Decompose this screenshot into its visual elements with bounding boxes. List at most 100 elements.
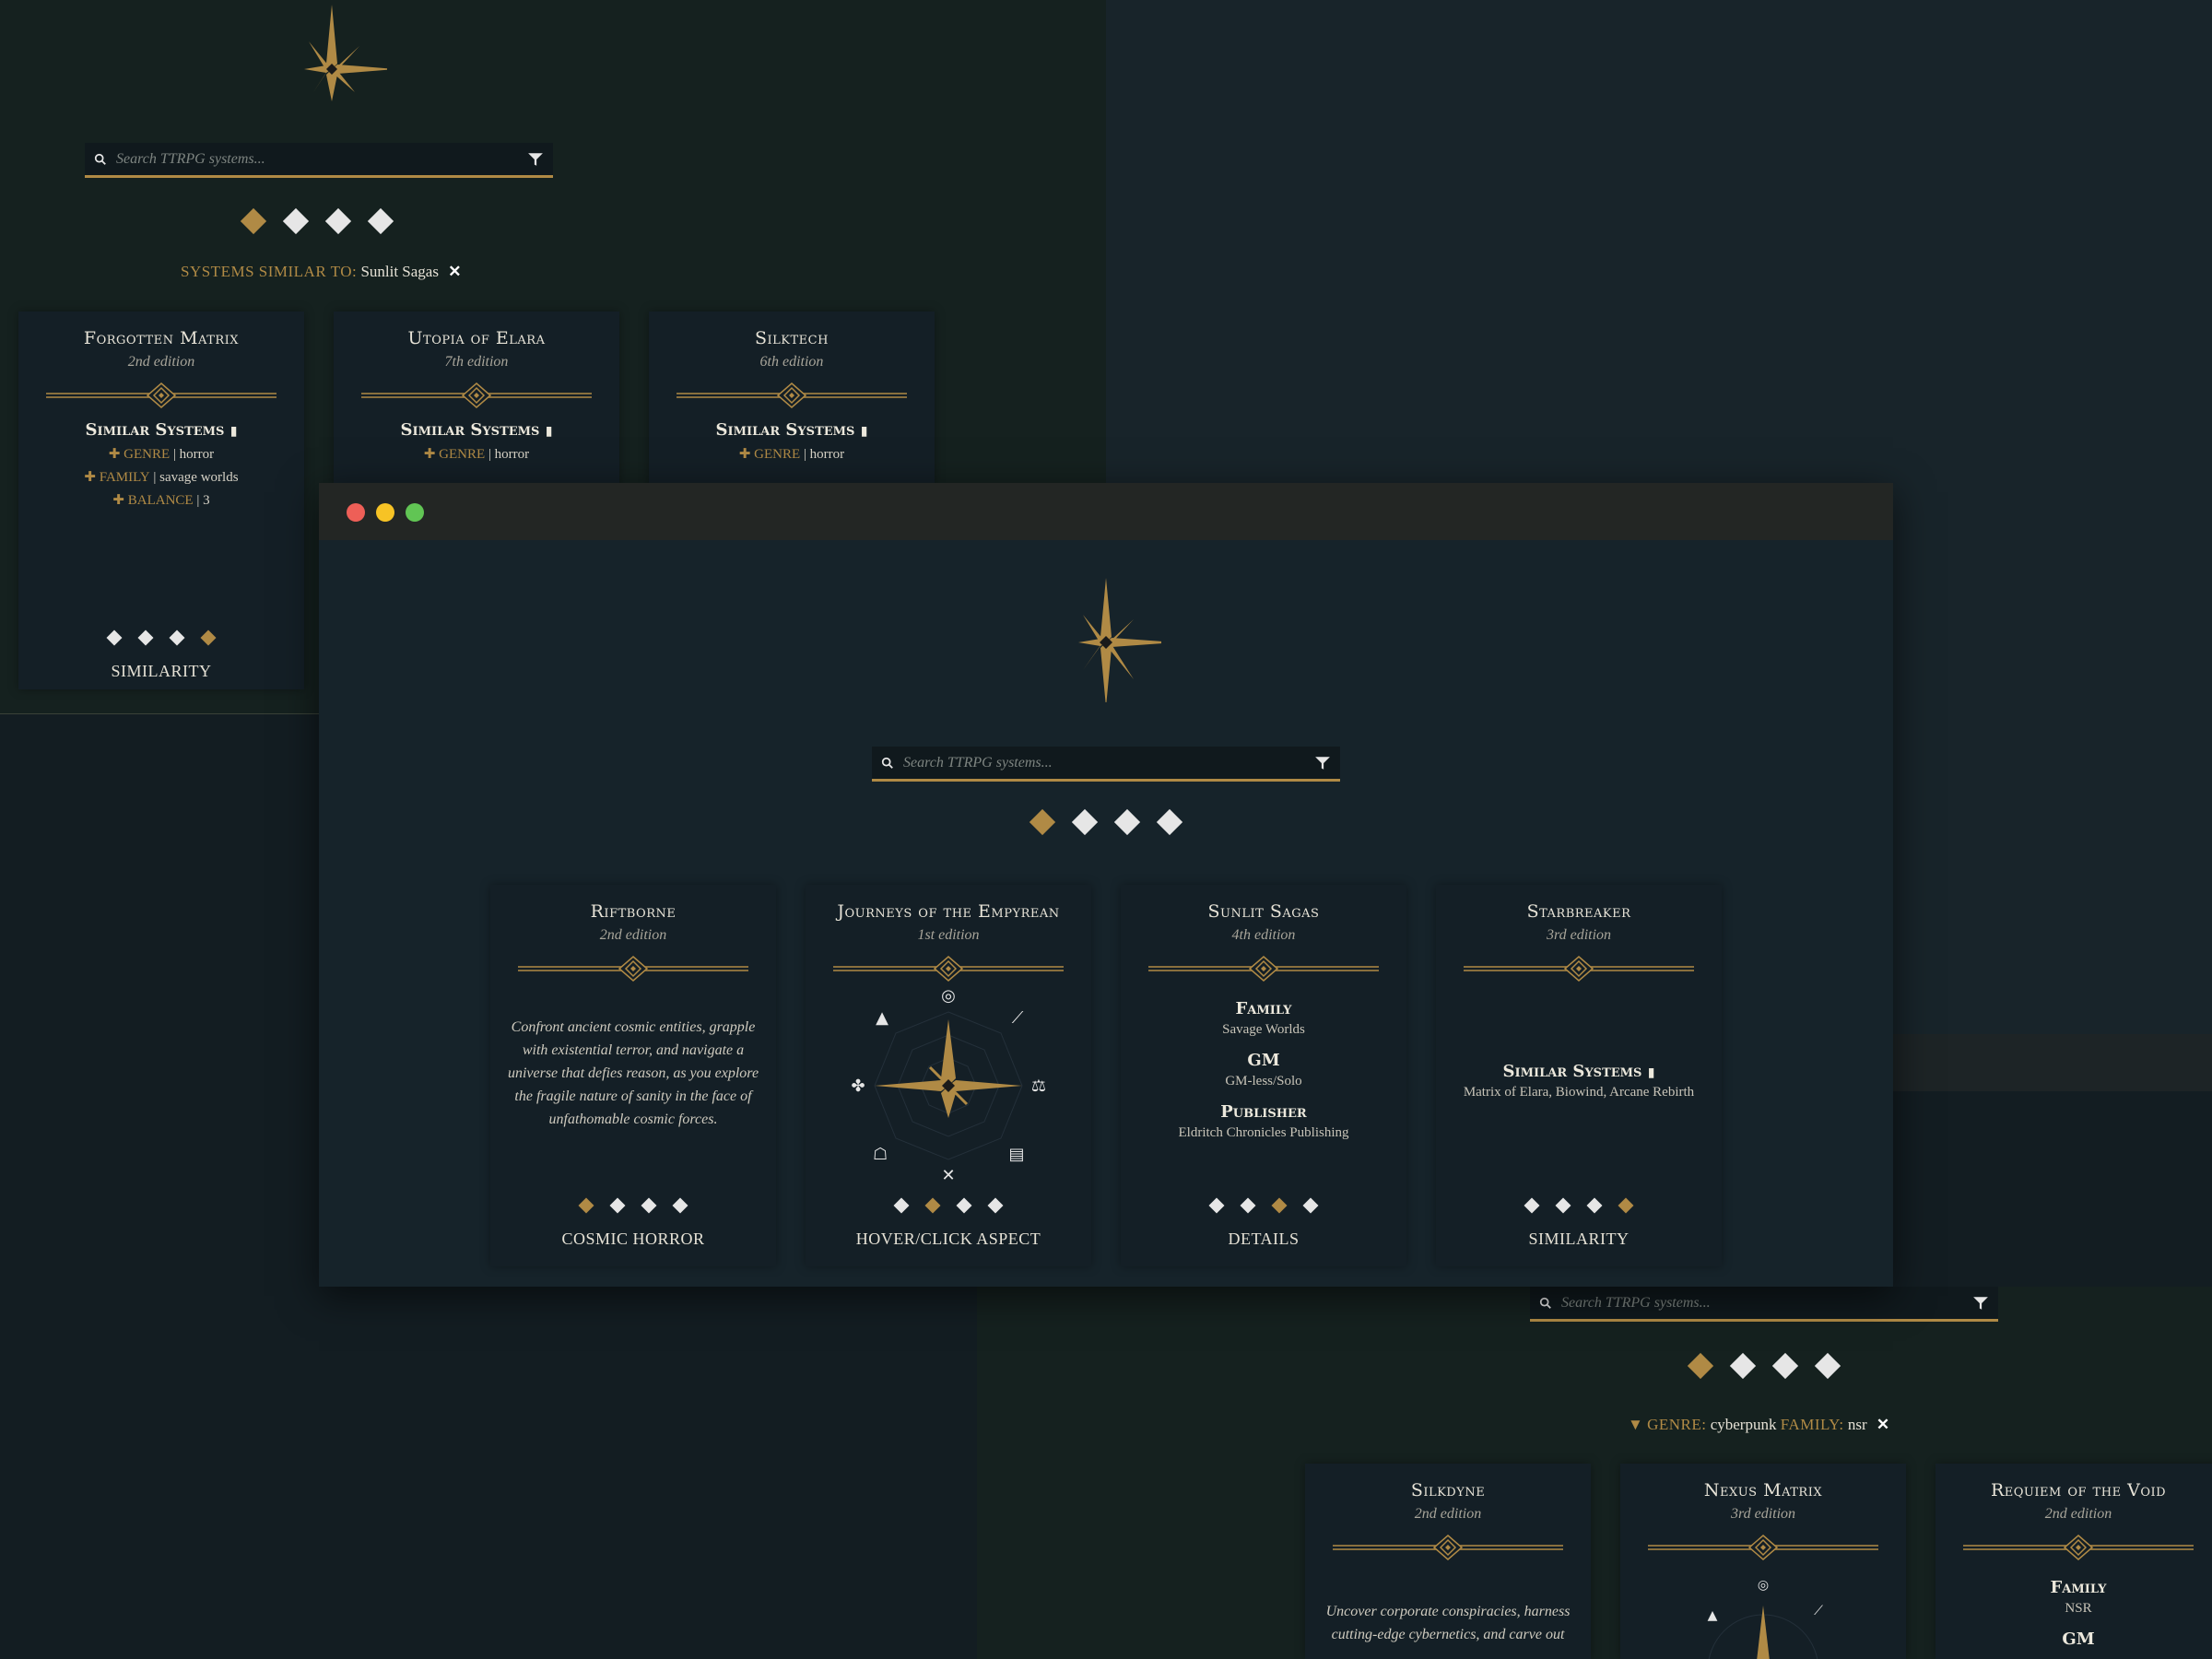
card-view-label: COSMIC HORROR [561,1230,705,1248]
page-dot-2[interactable] [1729,1352,1757,1380]
wizard-icon[interactable]: ☖ [873,1145,888,1164]
aspect-wheel: ◎ ⟋ ▲ [1708,1578,1823,1659]
detail-label: Family [1235,999,1292,1018]
page-dot-4[interactable] [367,207,394,235]
clear-filters-icon[interactable]: ✕ [1877,1416,1889,1433]
view-dot[interactable] [641,1197,657,1214]
card-title: Silkdyne [1410,1480,1486,1500]
filter-icon[interactable] [527,151,544,168]
art-deco-divider [1648,1535,1878,1560]
compass-star-logo [276,0,387,101]
view-dot[interactable] [1586,1197,1603,1214]
stairs-icon[interactable]: ⟋ [1012,1008,1024,1028]
book-icon: ▮ [860,424,868,439]
card-edition: 7th edition [444,354,509,370]
view-dot[interactable] [578,1197,594,1214]
art-deco-divider [361,382,592,408]
system-card[interactable]: Silkdyne 2nd edition Uncover corporate c… [1305,1464,1591,1659]
filter-icon[interactable] [1314,755,1331,771]
page-dot-3[interactable] [324,207,352,235]
filter-icon: ▼ [1628,1416,1643,1433]
bottom-panel: ▼ GENRE: cyberpunk FAMILY: nsr ✕ Silkdyn… [977,1287,2212,1659]
brain-icon[interactable]: ◎ [941,986,956,1006]
view-dot[interactable] [1240,1197,1256,1214]
swords-icon[interactable]: ✕ [941,1166,955,1185]
system-card[interactable]: Utopia of Elara 7th edition Similar Syst… [334,312,619,487]
search-input[interactable] [1559,1293,1972,1312]
view-dot[interactable] [1302,1197,1319,1214]
view-dot[interactable] [924,1197,941,1214]
system-card[interactable]: Riftborne 2nd edition Confront ancient c… [490,885,776,1266]
active-filters: ▼ GENRE: cyberpunk FAMILY: nsr ✕ [1628,1416,1889,1434]
card-edition: 2nd edition [127,354,195,370]
similarity-row: ✚ GENRE | horror [423,447,530,462]
view-dot[interactable] [1208,1197,1225,1214]
page-dot-4[interactable] [1814,1352,1841,1380]
view-dot[interactable] [1271,1197,1288,1214]
system-card[interactable]: Forgotten Matrix 2nd edition Similar Sys… [18,312,304,689]
art-deco-divider [833,956,1064,982]
book-icon: ▮ [1647,1065,1655,1080]
card-view-label: SIMILARITY [1528,1230,1630,1248]
page-dot-2[interactable] [1071,808,1099,836]
page-dot-3[interactable] [1771,1352,1799,1380]
scales-icon[interactable]: ⚖ [1031,1077,1046,1096]
maximize-button[interactable] [406,503,424,522]
minimize-button[interactable] [376,503,394,522]
view-dot[interactable] [956,1197,972,1214]
card-view-dots [490,1197,776,1214]
scroll-icon[interactable]: ▤ [1008,1145,1024,1164]
view-dot[interactable] [169,629,185,646]
card-edition: 4th edition [1231,927,1296,943]
filter-icon[interactable] [1972,1295,1989,1312]
shapes-icon[interactable]: ▲ [876,1008,888,1028]
system-card[interactable]: Starbreaker 3rd edition Similar Systems … [1436,885,1722,1266]
card-title: Utopia of Elara [407,328,546,348]
search-input[interactable] [114,149,527,169]
page-dot-4[interactable] [1156,808,1183,836]
clear-similar-icon[interactable]: ✕ [448,263,461,280]
page-dot-1[interactable] [1029,808,1056,836]
art-deco-divider [1464,956,1694,982]
view-dot[interactable] [1555,1197,1571,1214]
page-dot-2[interactable] [282,207,310,235]
similar-to-line: SYSTEMS SIMILAR TO: Sunlit Sagas ✕ [181,263,461,281]
art-deco-divider [1963,1535,2194,1560]
view-dot[interactable] [987,1197,1004,1214]
card-edition: 6th edition [759,354,824,370]
system-card[interactable]: Requiem of the Void 2nd edition Family N… [1936,1464,2212,1659]
search-bar [872,747,1340,782]
similarity-row: ✚ GENRE | horror [738,447,845,462]
view-dot[interactable] [1618,1197,1634,1214]
card-title: Nexus Matrix [1703,1480,1823,1500]
similar-to-label: SYSTEMS SIMILAR TO: [181,263,358,280]
view-dot[interactable] [893,1197,910,1214]
card-view-label: HOVER/CLICK ASPECT [855,1230,1041,1248]
view-dot[interactable] [609,1197,626,1214]
view-dot[interactable] [672,1197,688,1214]
search-input[interactable] [901,753,1314,772]
page-dots [240,207,394,235]
similarity-row: ✚ GENRE | horror [108,447,215,462]
search-icon [94,153,106,165]
view-dot[interactable] [137,629,154,646]
similarity-row: ✚ FAMILY | savage worlds [84,470,239,485]
genre-label: GENRE: [1647,1416,1707,1433]
puzzle-icon[interactable]: ✤ [851,1077,865,1096]
view-dot[interactable] [106,629,123,646]
card-view-dots [1436,1197,1722,1214]
background-right-strip [1893,1034,2212,1091]
page-dot-1[interactable] [240,207,267,235]
close-button[interactable] [347,503,365,522]
view-dot[interactable] [1524,1197,1540,1214]
page-dot-3[interactable] [1113,808,1141,836]
page-dot-1[interactable] [1687,1352,1714,1380]
system-card[interactable]: Journeys of the Empyrean 1st edition ◎ ⟋… [806,885,1091,1266]
detail-label: GM [2062,1630,2095,1649]
card-view-dots [18,629,304,646]
system-card[interactable]: Nexus Matrix 3rd edition ◎ ⟋ ▲ [1620,1464,1906,1659]
view-dot[interactable] [200,629,217,646]
card-edition: 2nd edition [599,927,667,943]
system-card[interactable]: Silktech 6th edition Similar Systems ▮ ✚… [649,312,935,487]
system-card[interactable]: Sunlit Sagas 4th edition Family Savage W… [1121,885,1406,1266]
